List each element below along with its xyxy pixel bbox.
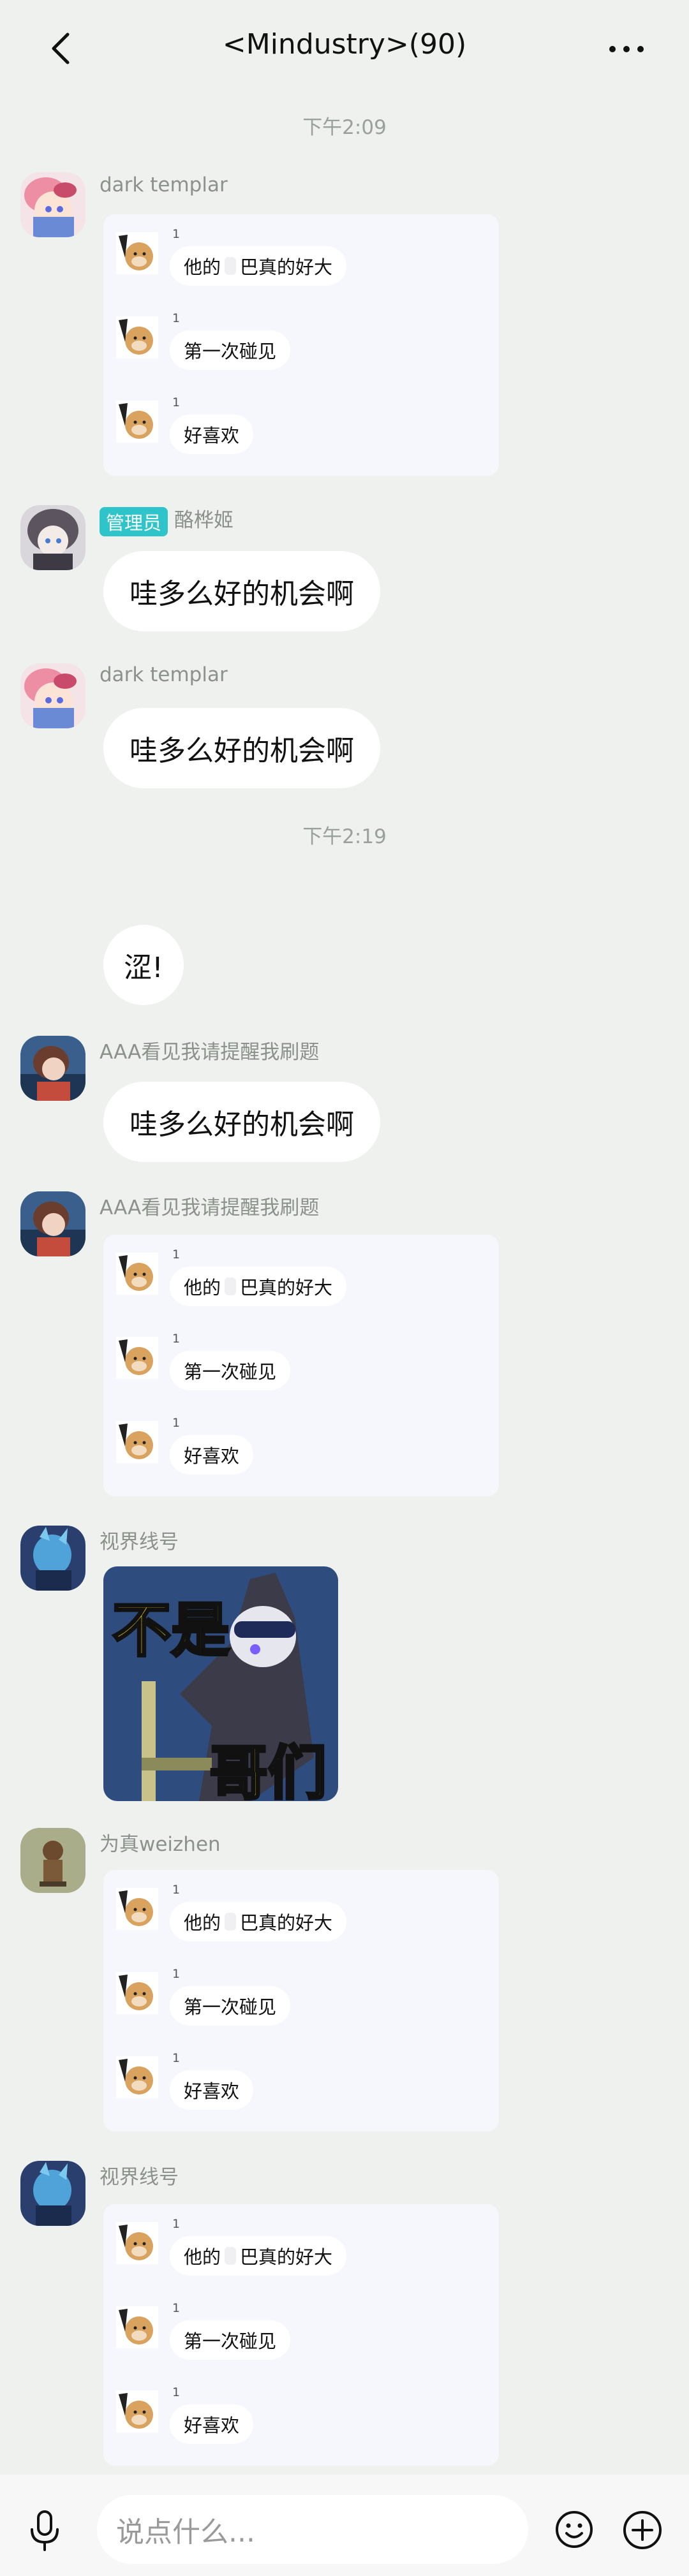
- forwarded-row: 1 他的 巴真的好大: [116, 1246, 473, 1310]
- forwarded-text: 他的 巴真的好大: [170, 246, 347, 286]
- sender-name: AAA看见我请提醒我刷题: [100, 1196, 320, 1219]
- forwarded-message-card[interactable]: 1 他的 巴真的好大 1 第一次碰见 1 好喜欢: [103, 2204, 499, 2466]
- forwarded-text: 第一次碰见: [170, 2320, 291, 2360]
- avatar[interactable]: [20, 1526, 85, 1591]
- forwarded-count: 1: [172, 2385, 181, 2399]
- chat-title: <Mindustry>(90): [222, 28, 467, 61]
- forwarded-count: 1: [172, 227, 181, 241]
- doge-avatar: [116, 1253, 158, 1295]
- sender-name: dark templar: [100, 663, 228, 686]
- doge-avatar: [116, 2056, 158, 2098]
- forwarded-row: 1 第一次碰见: [116, 1966, 473, 2029]
- forwarded-row: 1 第一次碰见: [116, 1330, 473, 1394]
- forwarded-text: 好喜欢: [170, 415, 254, 454]
- sender-name: 酪桦姬: [174, 509, 234, 532]
- forwarded-row: 1 好喜欢: [116, 2050, 473, 2114]
- sender-name: 视界线号: [100, 1531, 179, 1554]
- forwarded-text: 他的 巴真的好大: [170, 2236, 347, 2276]
- forwarded-message-card[interactable]: 1 他的 巴真的好大 1 第一次碰见 1 好喜欢: [103, 1235, 499, 1496]
- forwarded-count: 1: [172, 1883, 181, 1897]
- avatar[interactable]: [20, 172, 85, 237]
- forwarded-row: 1 他的 巴真的好大: [116, 2216, 473, 2279]
- doge-avatar: [116, 1337, 158, 1379]
- forwarded-text: 好喜欢: [170, 1435, 254, 1475]
- forwarded-count: 1: [172, 311, 181, 325]
- forwarded-row: 1 第一次碰见: [116, 2300, 473, 2364]
- doge-avatar: [116, 2222, 158, 2264]
- forwarded-row: 1 第一次碰见: [116, 310, 473, 374]
- microphone-icon[interactable]: [26, 2509, 64, 2552]
- sender-name: 为真weizhen: [100, 1833, 221, 1856]
- message-bubble[interactable]: 哇多么好的机会啊: [103, 1082, 380, 1162]
- forwarded-count: 1: [172, 1248, 181, 1262]
- doge-avatar: [116, 232, 158, 274]
- chat-header: <Mindustry>(90): [0, 0, 689, 96]
- sticker-caption-top: 不是: [111, 1595, 231, 1666]
- forwarded-text: 他的 巴真的好大: [170, 1267, 347, 1306]
- forwarded-row: 1 好喜欢: [116, 394, 473, 458]
- avatar[interactable]: [20, 1036, 85, 1101]
- forwarded-count: 1: [172, 1332, 181, 1346]
- doge-avatar: [116, 401, 158, 443]
- forwarded-count: 1: [172, 2301, 181, 2315]
- forwarded-row: 1 他的 巴真的好大: [116, 226, 473, 290]
- sticker-image[interactable]: 不是 哥们: [103, 1566, 338, 1801]
- sticker-caption-bottom: 哥们: [208, 1738, 328, 1801]
- avatar[interactable]: [20, 505, 85, 570]
- doge-avatar: [116, 1421, 158, 1463]
- avatar[interactable]: [20, 663, 85, 728]
- message-input[interactable]: 说点什么...: [97, 2495, 528, 2564]
- forwarded-row: 1 好喜欢: [116, 2384, 473, 2448]
- emoji-icon[interactable]: [554, 2509, 595, 2550]
- doge-avatar: [116, 2390, 158, 2432]
- message-bubble[interactable]: 哇多么好的机会啊: [103, 551, 380, 631]
- forwarded-text: 第一次碰见: [170, 330, 291, 370]
- avatar[interactable]: [20, 1828, 85, 1893]
- timestamp: 下午2:09: [302, 116, 387, 139]
- timestamp: 下午2:19: [302, 825, 387, 848]
- admin-badge: 管理员: [100, 506, 168, 536]
- sender-name: dark templar: [100, 173, 228, 196]
- doge-avatar: [116, 316, 158, 358]
- forwarded-text: 第一次碰见: [170, 1351, 291, 1390]
- plus-circle-icon[interactable]: [621, 2509, 663, 2551]
- doge-avatar: [116, 2306, 158, 2348]
- sender-line: 管理员 酪桦姬: [100, 504, 233, 536]
- forwarded-count: 1: [172, 395, 181, 409]
- forwarded-text: 他的 巴真的好大: [170, 1902, 347, 1941]
- forwarded-row: 1 好喜欢: [116, 1415, 473, 1478]
- forwarded-row: 1 他的 巴真的好大: [116, 1881, 473, 1945]
- avatar[interactable]: [20, 1191, 85, 1256]
- forwarded-text: 好喜欢: [170, 2404, 254, 2444]
- message-bubble[interactable]: 哇多么好的机会啊: [103, 708, 380, 788]
- forwarded-message-card[interactable]: 1 他的 巴真的好大 1 第一次碰见 1 好喜欢: [103, 1870, 499, 2131]
- forwarded-message-card[interactable]: 1 他的 巴真的好大 1 第一次碰见 1 好喜欢: [103, 214, 499, 476]
- more-options-icon[interactable]: [606, 40, 647, 59]
- avatar[interactable]: [20, 2161, 85, 2226]
- forwarded-count: 1: [172, 1967, 181, 1981]
- doge-avatar: [116, 1972, 158, 2014]
- doge-avatar: [116, 1888, 158, 1930]
- forwarded-text: 第一次碰见: [170, 1986, 291, 2026]
- forwarded-count: 1: [172, 2217, 181, 2231]
- sender-name: 视界线号: [100, 2166, 179, 2189]
- forwarded-count: 1: [172, 2051, 181, 2065]
- message-bubble[interactable]: 涩!: [103, 925, 184, 1005]
- forwarded-count: 1: [172, 1416, 181, 1430]
- sender-name: AAA看见我请提醒我刷题: [100, 1041, 320, 1064]
- forwarded-text: 好喜欢: [170, 2070, 254, 2110]
